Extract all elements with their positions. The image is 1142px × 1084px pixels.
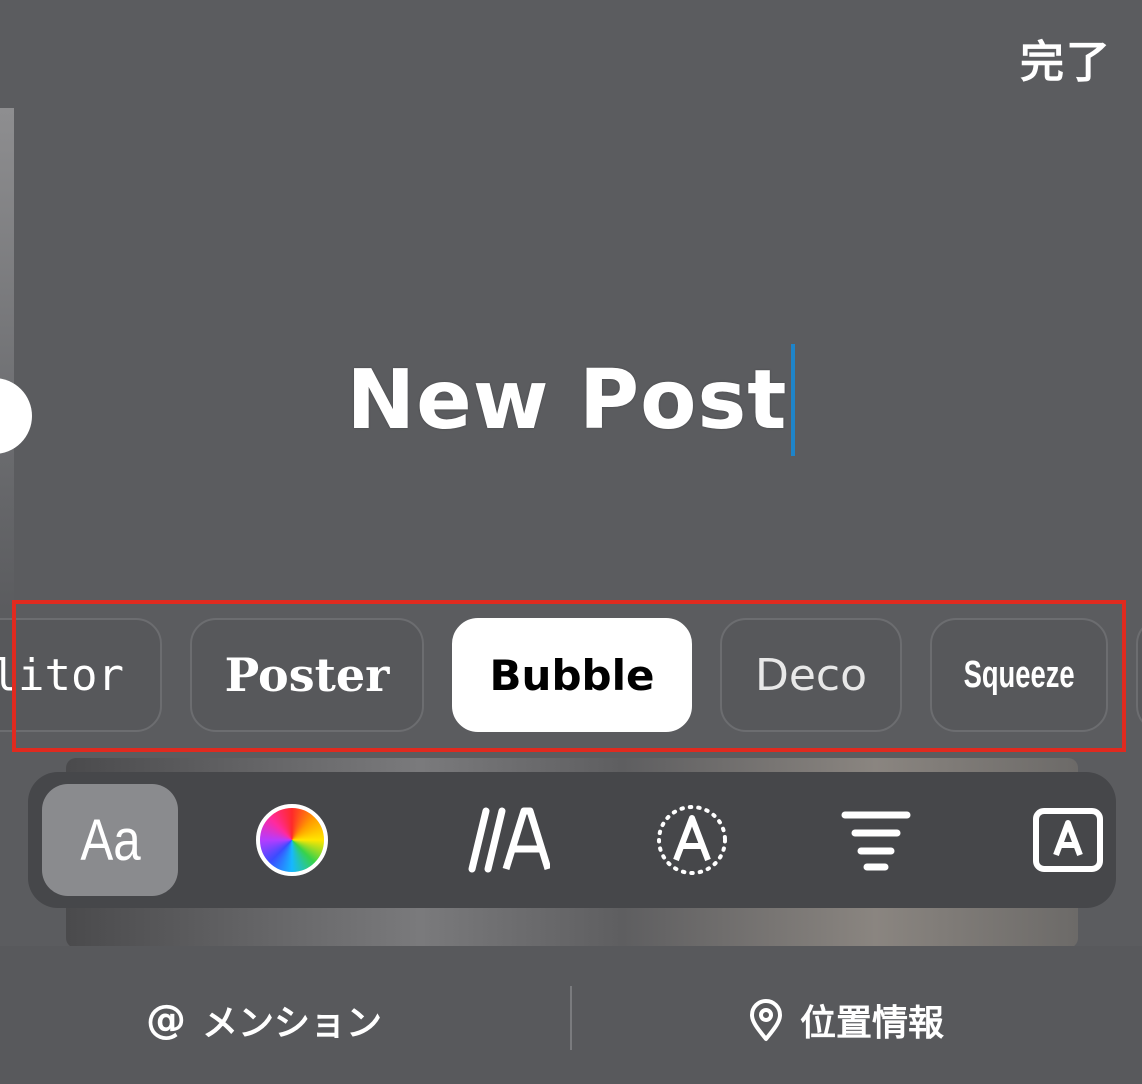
font-chip-deco[interactable]: Deco <box>720 618 902 732</box>
font-chip-label: litor <box>0 649 124 701</box>
text-align-button[interactable] <box>808 784 944 896</box>
text-background-icon <box>1033 808 1103 872</box>
mention-label: メンション <box>202 1003 383 1044</box>
location-pin-icon <box>750 999 782 1041</box>
align-center-icon <box>841 811 911 871</box>
font-chip-label: Squeeze <box>963 653 1075 696</box>
font-chip-poster[interactable]: Poster <box>190 618 424 732</box>
color-wheel-icon <box>256 804 328 876</box>
at-icon: @ <box>146 997 186 1043</box>
font-selector[interactable]: litor Poster Bubble Deco Squeeze <box>0 610 1142 740</box>
text-background-button[interactable] <box>1000 784 1136 896</box>
font-chip-next[interactable] <box>1136 618 1142 732</box>
text-canvas[interactable]: New Post <box>0 340 1142 460</box>
color-tool-button[interactable] <box>224 784 360 896</box>
text-effects-button[interactable] <box>440 784 576 896</box>
text-animation-button[interactable] <box>624 784 760 896</box>
font-chip-squeeze[interactable]: Squeeze <box>930 618 1108 732</box>
mention-button[interactable]: @ メンション <box>146 992 382 1048</box>
text-effects-icon <box>468 807 550 873</box>
font-tool-button[interactable]: Aa <box>42 784 178 896</box>
font-chip-bubble-selected[interactable]: Bubble <box>452 618 692 732</box>
location-label: 位置情報 <box>800 1003 945 1044</box>
bottom-action-bar: @ メンション 位置情報 <box>0 946 1142 1084</box>
text-animation-icon <box>657 805 727 875</box>
font-chip-typewriter[interactable]: litor <box>0 618 162 732</box>
text-tools-toolbar: Aa <box>28 772 1116 908</box>
done-button[interactable]: 完了 <box>1020 26 1112 90</box>
text-caret <box>791 344 796 456</box>
font-chip-label: Poster <box>224 648 390 702</box>
font-chip-label: Bubble <box>489 650 655 700</box>
location-button[interactable]: 位置情報 <box>748 992 944 1048</box>
font-icon: Aa <box>79 807 141 873</box>
post-text[interactable]: New Post <box>347 353 788 448</box>
bottom-divider <box>570 986 572 1050</box>
font-chip-label: Deco <box>754 649 868 701</box>
